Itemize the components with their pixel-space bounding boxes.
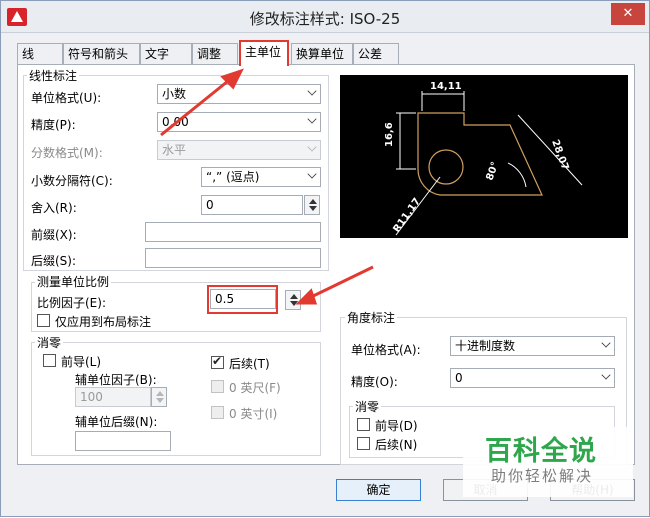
preview-drawing: 14,11 16,6 28,07 80° R11,17 [384, 81, 583, 236]
angular-zero-title: 消零 [353, 398, 382, 415]
zero-inches-checkbox[interactable] [211, 406, 224, 419]
tab-primary-units[interactable]: 主单位 [239, 40, 289, 66]
angular-unit-format-select[interactable]: 十进制度数 [450, 336, 615, 356]
chevron-down-icon [601, 338, 611, 348]
decimal-separator-select[interactable]: “,” (逗点) [201, 167, 321, 187]
suffix-input[interactable] [145, 248, 321, 268]
sub-units-suffix-label: 辅单位后缀(N): [75, 415, 158, 429]
scale-group-title: 测量单位比例 [35, 273, 112, 290]
preview-dim-top: 14,11 [430, 81, 462, 92]
preview-part-outline [417, 112, 543, 196]
zero-suppression-title: 消零 [35, 334, 64, 351]
tab-fit[interactable]: 调整 [192, 43, 238, 65]
angular-precision-label: 精度(O): [351, 375, 398, 389]
round-off-label: 舍入(R): [31, 201, 77, 215]
watermark: 百科全说 助你轻松解决 [463, 427, 633, 497]
sub-units-factor-spinner[interactable] [151, 387, 167, 407]
round-off-input[interactable]: 0 [201, 195, 303, 215]
preview-dim-radius: R11,17 [391, 196, 423, 235]
chevron-down-icon [307, 142, 317, 152]
close-button[interactable]: ✕ [611, 3, 645, 25]
fraction-format-label: 分数格式(M): [31, 146, 103, 160]
angular-leading-checkbox[interactable] [357, 418, 370, 431]
preview-dim-left: 16,6 [384, 122, 395, 147]
leading-zero-label: 前导(L) [61, 355, 102, 369]
zero-inches-label: 0 英寸(I) [229, 407, 278, 421]
layout-only-checkbox[interactable] [37, 314, 50, 327]
trailing-zero-label: 后续(T) [229, 357, 270, 371]
trailing-zero-checkbox[interactable] [211, 354, 224, 369]
tab-alternate-units[interactable]: 换算单位 [291, 43, 353, 65]
layout-only-label: 仅应用到布局标注 [55, 315, 152, 329]
suffix-label: 后缀(S): [31, 254, 77, 268]
arrow-up-icon [309, 199, 317, 204]
arrow-down-icon [290, 301, 298, 306]
preview-pane: 14,11 16,6 28,07 80° R11,17 [340, 75, 628, 238]
dimension-style-dialog: 修改标注样式: ISO-25 ✕ 线 符号和箭头 文字 调整 主单位 换算单位 … [0, 0, 650, 517]
prefix-label: 前缀(X): [31, 228, 77, 242]
linear-group-title: 线性标注 [27, 67, 80, 84]
preview-dim-angle: 80° [484, 160, 501, 182]
fraction-format-select[interactable]: 水平 [157, 140, 321, 160]
preview-angle-arc [507, 162, 527, 188]
arrow-up-icon [156, 391, 164, 396]
prefix-input[interactable] [145, 222, 321, 242]
chevron-down-icon [307, 86, 317, 96]
preview-dim-right: 28,07 [549, 138, 570, 172]
zero-feet-label: 0 英尺(F) [229, 381, 281, 395]
precision-label: 精度(P): [31, 118, 76, 132]
round-off-spinner[interactable] [304, 195, 320, 215]
chevron-down-icon [307, 114, 317, 124]
sub-units-factor-label: 辅单位因子(B): [75, 373, 157, 387]
watermark-subtitle: 助你轻松解决 [491, 467, 594, 485]
preview-hole [428, 149, 464, 185]
window-title: 修改标注样式: ISO-25 [249, 10, 401, 28]
arrow-down-icon [156, 398, 164, 403]
ok-button[interactable]: 确定 [336, 479, 421, 501]
tab-tolerances[interactable]: 公差 [353, 43, 399, 65]
decimal-separator-label: 小数分隔符(C): [31, 174, 113, 188]
unit-format-select[interactable]: 小数 [157, 84, 321, 104]
arrow-down-icon [309, 206, 317, 211]
tab-symbols-arrows[interactable]: 符号和箭头 [63, 43, 140, 65]
watermark-logo: 百科全说 [485, 436, 597, 467]
preview-dim-line-right [517, 114, 583, 186]
angular-trailing-label: 后续(N) [375, 438, 418, 452]
angular-trailing-checkbox[interactable] [357, 437, 370, 450]
sub-units-suffix-input[interactable] [75, 431, 171, 451]
angular-unit-format-label: 单位格式(A): [351, 343, 421, 357]
title-bar: 修改标注样式: ISO-25 ✕ [1, 1, 649, 33]
arrow-up-icon [290, 294, 298, 299]
scale-factor-spinner[interactable] [285, 290, 301, 310]
tab-text[interactable]: 文字 [140, 43, 192, 65]
angular-precision-select[interactable]: 0 [450, 368, 615, 388]
chevron-down-icon [601, 370, 611, 380]
sub-units-factor-input[interactable]: 100 [75, 387, 151, 407]
scale-factor-label: 比例因子(E): [37, 296, 106, 310]
zero-feet-checkbox[interactable] [211, 380, 224, 393]
angular-group-title: 角度标注 [345, 309, 398, 326]
tab-lines[interactable]: 线 [17, 43, 63, 65]
chevron-down-icon [307, 169, 317, 179]
angular-leading-label: 前导(D) [375, 419, 418, 433]
unit-format-label: 单位格式(U): [31, 91, 102, 105]
precision-select[interactable]: 0.00 [157, 112, 321, 132]
scale-factor-highlight [207, 285, 278, 314]
leading-zero-checkbox[interactable] [43, 354, 56, 367]
